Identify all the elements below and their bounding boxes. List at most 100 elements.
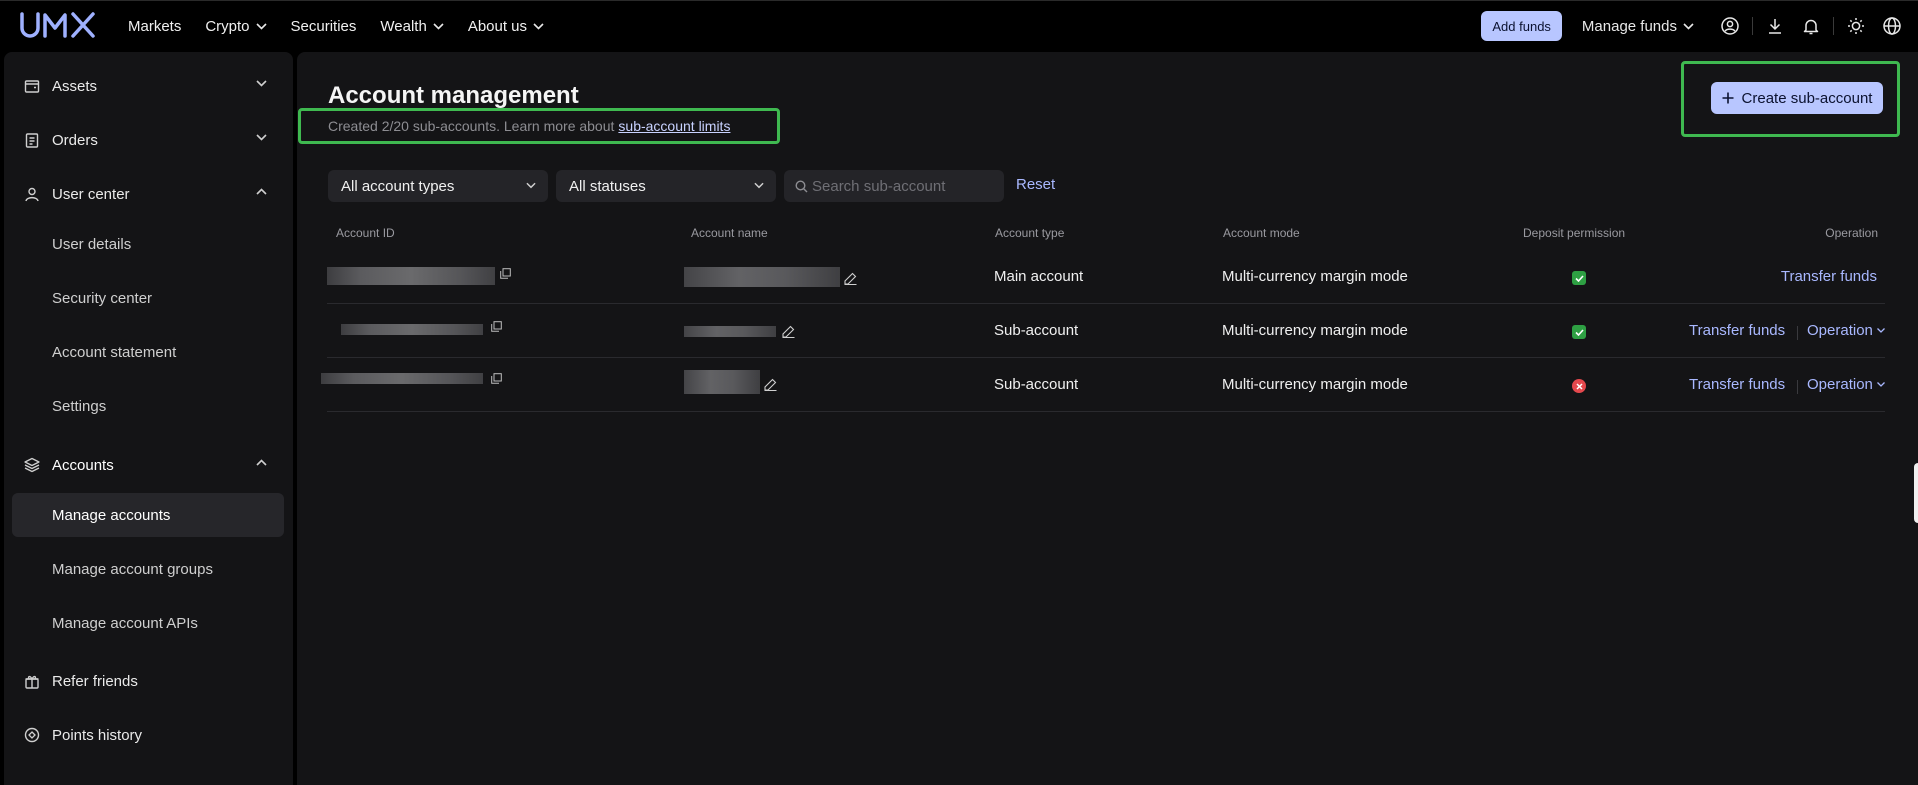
reset-button[interactable]: Reset	[1016, 176, 1055, 193]
sidebar-group-points-history[interactable]: Points history	[4, 715, 293, 755]
sidebar-group-orders-label: Orders	[52, 131, 98, 149]
chevron-down-icon	[256, 80, 267, 87]
column-header-deposit-permission: Deposit permission	[1523, 226, 1626, 240]
account-id-redacted	[327, 267, 495, 285]
account-type-select-value: All account types	[341, 178, 455, 195]
side-panel-handle[interactable]	[1914, 463, 1918, 523]
download-button[interactable]	[1757, 8, 1793, 44]
copy-icon[interactable]	[491, 321, 502, 332]
sidebar-group-user-center[interactable]: User center	[4, 174, 293, 214]
nav-markets-label: Markets	[128, 17, 182, 35]
search-box	[784, 170, 1004, 202]
chevron-down-icon	[754, 182, 764, 189]
user-profile-button[interactable]	[1712, 8, 1748, 44]
user-icon	[25, 187, 39, 202]
nav-securities-label: Securities	[290, 17, 357, 35]
column-header-account-type: Account type	[995, 226, 1065, 240]
sidebar-item-security-center[interactable]: Security center	[12, 276, 284, 320]
create-sub-account-label: Create sub-account	[1741, 89, 1873, 107]
sidebar-group-assets[interactable]: Assets	[4, 66, 293, 106]
sidebar-item-manage-account-groups[interactable]: Manage account groups	[12, 547, 284, 591]
sidebar-item-label: User details	[52, 235, 132, 253]
clipboard-icon	[25, 133, 39, 148]
add-funds-button[interactable]: Add funds	[1481, 11, 1562, 41]
chevron-up-icon	[256, 188, 267, 195]
sidebar-group-orders[interactable]: Orders	[4, 120, 293, 160]
nav-crypto-label: Crypto	[205, 17, 250, 35]
account-id-redacted	[341, 324, 483, 335]
sidebar-item-label: Manage account APIs	[52, 614, 198, 632]
transfer-funds-link[interactable]: Transfer funds	[1689, 322, 1785, 339]
bell-icon	[1803, 19, 1819, 34]
account-mode: Multi-currency margin mode	[1222, 376, 1408, 393]
sidebar-group-points-history-label: Points history	[52, 726, 143, 744]
nav-securities[interactable]: Securities	[291, 18, 357, 35]
sidebar-group-refer-friends[interactable]: Refer friends	[4, 661, 293, 701]
chevron-down-icon	[526, 182, 536, 189]
manage-funds-menu[interactable]: Manage funds	[1582, 18, 1694, 35]
table-row: Sub-account Multi-currency margin mode T…	[327, 304, 1885, 358]
operation-menu[interactable]: Operation	[1807, 322, 1885, 339]
sidebar-group-assets-label: Assets	[52, 77, 98, 95]
sidebar-group-accounts[interactable]: Accounts	[4, 445, 293, 485]
transfer-funds-link[interactable]: Transfer funds	[1781, 268, 1877, 285]
nav-about-us[interactable]: About us	[468, 18, 544, 35]
operation-menu[interactable]: Operation	[1807, 376, 1885, 393]
sidebar-item-label: Account statement	[52, 343, 177, 361]
status-select[interactable]: All statuses	[556, 170, 776, 202]
theme-toggle-button[interactable]	[1838, 8, 1874, 44]
table-row: Sub-account Multi-currency margin mode T…	[321, 358, 1885, 412]
account-type-select[interactable]: All account types	[328, 170, 548, 202]
sidebar-group-refer-friends-label: Refer friends	[52, 672, 138, 690]
chevron-down-icon	[1876, 382, 1885, 387]
sun-icon	[1848, 18, 1864, 34]
column-header-account-name: Account name	[691, 226, 768, 240]
status-select-value: All statuses	[569, 178, 646, 195]
page-title: Account management	[328, 82, 579, 109]
account-mode: Multi-currency margin mode	[1222, 268, 1408, 285]
deposit-denied-icon	[1572, 379, 1586, 393]
chevron-down-icon	[1876, 328, 1885, 333]
sidebar: Assets Orders User center User details S…	[4, 52, 293, 785]
search-input[interactable]	[812, 170, 997, 202]
edit-icon[interactable]	[764, 378, 777, 391]
operation-menu-label: Operation	[1807, 322, 1873, 339]
transfer-funds-link[interactable]: Transfer funds	[1689, 376, 1785, 393]
nav-about-us-label: About us	[467, 17, 528, 35]
subaccount-summary-text: Created 2/20 sub-accounts. Learn more ab…	[328, 118, 615, 134]
gift-icon	[25, 675, 39, 689]
chevron-down-icon	[433, 22, 444, 30]
notifications-button[interactable]	[1793, 8, 1829, 44]
account-type: Sub-account	[994, 322, 1079, 339]
table-row: Main account Multi-currency margin mode …	[327, 250, 1885, 304]
sidebar-item-user-details[interactable]: User details	[12, 222, 284, 266]
nav-markets[interactable]: Markets	[128, 18, 181, 35]
top-navigation-bar: Markets Crypto Securities Wealth About u…	[0, 0, 1918, 50]
layers-icon	[24, 457, 40, 473]
sidebar-item-manage-accounts[interactable]: Manage accounts	[12, 493, 284, 537]
copy-icon[interactable]	[491, 373, 502, 384]
account-type: Main account	[994, 268, 1084, 285]
language-button[interactable]	[1874, 8, 1910, 44]
nav-crypto[interactable]: Crypto	[205, 17, 267, 35]
sidebar-item-manage-account-apis[interactable]: Manage account APIs	[12, 601, 284, 645]
create-sub-account-button[interactable]: Create sub-account	[1711, 82, 1883, 114]
globe-icon	[1883, 17, 1901, 35]
nav-wealth[interactable]: Wealth	[380, 18, 444, 35]
account-name-redacted	[684, 267, 840, 287]
sidebar-item-settings[interactable]: Settings	[12, 384, 284, 428]
edit-icon[interactable]	[782, 325, 795, 338]
wallet-icon	[24, 80, 40, 93]
account-id-redacted	[321, 373, 483, 384]
download-icon	[1769, 19, 1781, 34]
umx-logo[interactable]	[18, 9, 98, 41]
main-nav: Markets Crypto Securities Wealth About u…	[128, 1, 568, 51]
sidebar-item-account-statement[interactable]: Account statement	[12, 330, 284, 374]
chevron-down-icon	[255, 22, 267, 30]
edit-icon[interactable]	[844, 272, 857, 285]
subaccount-limits-link[interactable]: sub-account limits	[618, 118, 730, 134]
deposit-allowed-icon	[1572, 271, 1586, 285]
chevron-down-icon	[533, 22, 544, 30]
operation-divider	[1797, 380, 1798, 394]
copy-icon[interactable]	[500, 268, 511, 279]
